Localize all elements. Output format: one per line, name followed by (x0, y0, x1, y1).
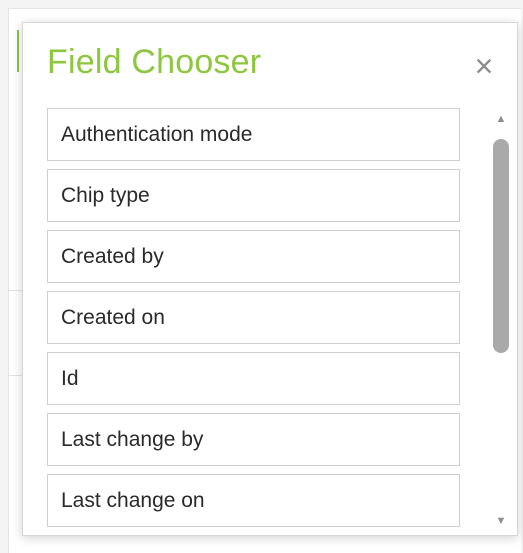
dialog-title: Field Chooser (47, 43, 262, 81)
field-item-last-change-by[interactable]: Last change by (47, 413, 460, 466)
background-divider (8, 290, 22, 291)
scroll-up-icon[interactable]: ▲ (489, 109, 513, 129)
background-divider (8, 375, 22, 376)
background-accent-left (17, 30, 19, 72)
scrollbar-thumb[interactable] (493, 139, 509, 353)
field-item-created-on[interactable]: Created on (47, 291, 460, 344)
field-chooser-dialog: Field Chooser × Authentication mode Chip… (22, 22, 518, 536)
field-item-created-by[interactable]: Created by (47, 230, 460, 283)
field-item-chip-type[interactable]: Chip type (47, 169, 460, 222)
field-item-id[interactable]: Id (47, 352, 460, 405)
field-list: Authentication mode Chip type Created by… (47, 108, 462, 535)
field-item-authentication-mode[interactable]: Authentication mode (47, 108, 460, 161)
field-item-last-change-on[interactable]: Last change on (47, 474, 460, 527)
vertical-scrollbar[interactable]: ▲ ▼ (489, 109, 513, 531)
scroll-down-icon[interactable]: ▼ (489, 511, 513, 531)
close-icon[interactable]: × (467, 49, 501, 83)
